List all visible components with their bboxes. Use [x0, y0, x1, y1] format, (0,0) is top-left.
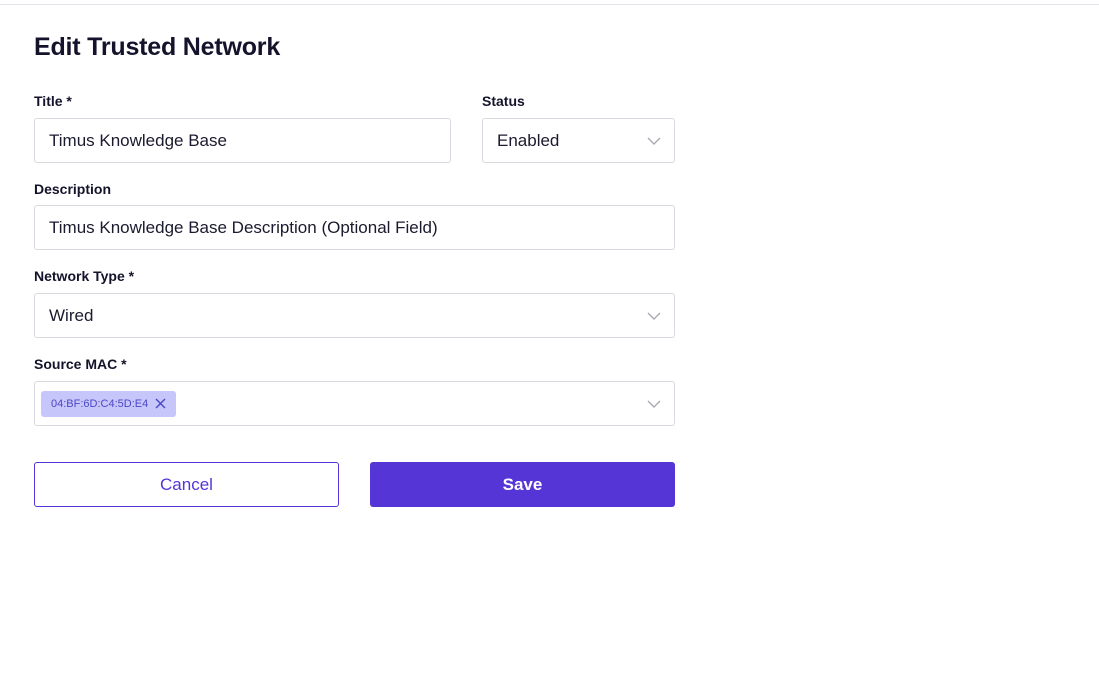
network-type-select-value: Wired [49, 305, 94, 325]
title-input-value: Timus Knowledge Base [49, 130, 227, 150]
title-label: Title * [34, 93, 72, 109]
save-button[interactable]: Save [370, 462, 675, 507]
description-label: Description [34, 181, 112, 197]
chevron-down-icon [647, 400, 661, 408]
status-select-value: Enabled [497, 130, 560, 150]
top-divider [0, 4, 1099, 5]
description-input-value: Timus Knowledge Base Description (Option… [49, 217, 438, 237]
page-title: Edit Trusted Network [34, 33, 281, 61]
chevron-down-icon [647, 312, 661, 320]
status-label: Status [482, 93, 525, 109]
description-input[interactable]: Timus Knowledge Base Description (Option… [34, 205, 675, 250]
mac-address-chip-label: 04:BF:6D:C4:5D:E4 [51, 397, 149, 410]
status-select[interactable]: Enabled [482, 118, 675, 163]
network-type-label: Network Type * [34, 268, 135, 284]
source-mac-select[interactable]: 04:BF:6D:C4:5D:E4 [34, 381, 675, 426]
title-input[interactable]: Timus Knowledge Base [34, 118, 451, 163]
mac-address-chip: 04:BF:6D:C4:5D:E4 [41, 390, 177, 417]
close-icon[interactable] [155, 398, 166, 409]
network-type-select[interactable]: Wired [34, 293, 675, 338]
source-mac-label: Source MAC * [34, 356, 127, 372]
cancel-button[interactable]: Cancel [34, 462, 339, 507]
chevron-down-icon [647, 137, 661, 145]
